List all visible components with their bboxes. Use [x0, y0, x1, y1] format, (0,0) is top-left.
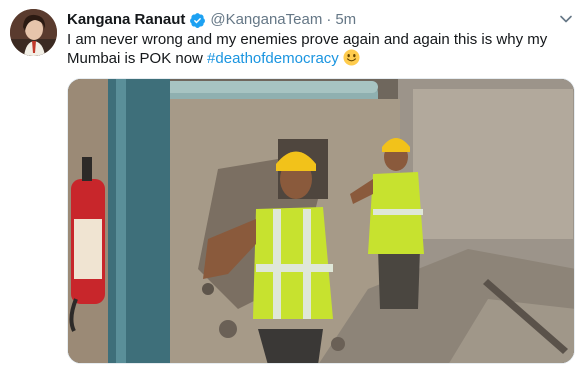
demolition-photo [68, 79, 574, 363]
avatar[interactable] [10, 9, 57, 56]
user-handle[interactable]: @KanganaTeam [210, 10, 322, 30]
tweet-text: I am never wrong and my enemies prove ag… [67, 30, 567, 68]
tweet-card[interactable]: Kangana Ranaut @KanganaTeam · 5m I am ne… [0, 0, 585, 373]
avatar-image [10, 9, 57, 56]
slightly-smiling-face-emoji [343, 49, 360, 66]
verified-badge-icon [189, 12, 206, 29]
chevron-down-icon[interactable] [559, 12, 573, 26]
separator-dot: · [326, 11, 332, 28]
tweet-photo[interactable] [67, 78, 575, 364]
hashtag-link[interactable]: #deathofdemocracy [207, 50, 339, 67]
tweet-header: Kangana Ranaut @KanganaTeam · 5m [67, 10, 575, 30]
timestamp[interactable]: 5m [335, 10, 356, 30]
display-name[interactable]: Kangana Ranaut [67, 10, 185, 30]
